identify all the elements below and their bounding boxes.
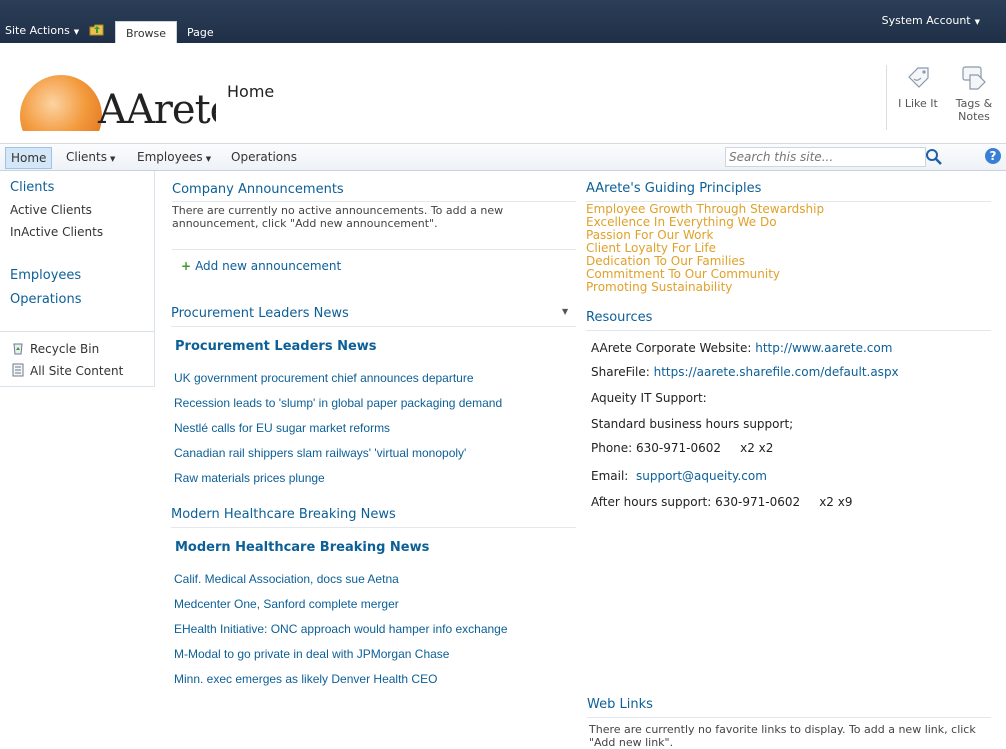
ql-inactive-clients[interactable]: InActive Clients	[10, 225, 103, 239]
sharefile-link[interactable]: https://aarete.sharefile.com/default.asp…	[654, 365, 899, 379]
divider	[171, 326, 576, 327]
ql-clients[interactable]: Clients	[10, 180, 54, 195]
divider	[587, 717, 991, 718]
healthcare-news-item[interactable]: Medcenter One, Sanford complete merger	[174, 597, 399, 611]
tab-page[interactable]: Page	[177, 21, 224, 43]
site-actions-label: Site Actions	[5, 24, 70, 37]
procurement-news-item[interactable]: UK government procurement chief announce…	[174, 371, 474, 385]
recycle-bin-icon	[13, 343, 23, 355]
procurement-news-item[interactable]: Recession leads to 'slump' in global pap…	[174, 396, 502, 410]
healthcare-title[interactable]: Modern Healthcare Breaking News	[171, 507, 396, 522]
chevron-down-icon: ▼	[110, 155, 116, 163]
corporate-website-link[interactable]: http://www.aarete.com	[755, 341, 892, 355]
divider	[886, 65, 887, 130]
site-logo[interactable]: AArete	[10, 55, 216, 131]
healthcare-feed-title[interactable]: Modern Healthcare Breaking News	[175, 540, 429, 555]
tab-browse[interactable]: Browse	[115, 21, 178, 44]
it-support-heading: Aqueity IT Support:	[591, 391, 707, 405]
divider	[0, 331, 154, 332]
principle-item: Employee Growth Through Stewardship	[586, 202, 825, 216]
tags-notes-button[interactable]: Tags & Notes	[950, 65, 998, 123]
procurement-title[interactable]: Procurement Leaders News	[171, 306, 349, 321]
help-icon[interactable]: ?	[985, 148, 1001, 164]
principle-item: Promoting Sustainability	[586, 280, 733, 294]
announcements-title[interactable]: Company Announcements	[172, 182, 344, 197]
ql-all-site-content[interactable]: All Site Content	[11, 363, 123, 378]
site-actions-menu[interactable]: Site Actions ▼	[5, 24, 79, 37]
quick-launch: Clients Active Clients InActive Clients …	[0, 171, 155, 387]
procurement-news-item[interactable]: Raw materials prices plunge	[174, 471, 325, 485]
principle-item: Commitment To Our Community	[586, 267, 781, 281]
add-icon: +	[181, 259, 192, 273]
recycle-bin-label: Recycle Bin	[30, 342, 100, 356]
all-site-content-icon	[12, 363, 24, 377]
logo-sun-icon	[20, 75, 102, 131]
nav-home[interactable]: Home	[5, 147, 53, 169]
page-title: Home	[227, 82, 275, 101]
webpart-menu-icon[interactable]: ▼	[562, 307, 568, 316]
announcements-empty-message: There are currently no active announceme…	[172, 204, 504, 230]
corporate-website-row: AArete Corporate Website: http://www.aar…	[591, 341, 892, 355]
top-navigation: Home Clients▼ Employees▼ Operations ?	[0, 144, 1006, 171]
tag-like-icon	[908, 67, 929, 88]
principle-item: Excellence In Everything We Do	[586, 215, 777, 229]
after-hours-text: After hours support: 630-971-0602 x2 x9	[591, 495, 853, 509]
search-input[interactable]	[725, 147, 926, 167]
divider	[172, 201, 576, 202]
nav-operations[interactable]: Operations	[226, 147, 302, 167]
healthcare-news-item[interactable]: M-Modal to go private in deal with JPMor…	[174, 647, 449, 661]
web-links-empty-message: There are currently no favorite links to…	[589, 723, 976, 749]
procurement-news-item[interactable]: Canadian rail shippers slam railways' 'v…	[174, 446, 466, 460]
navigate-up-icon[interactable]	[89, 24, 104, 36]
procurement-feed-title[interactable]: Procurement Leaders News	[175, 339, 377, 354]
chevron-down-icon: ▼	[73, 28, 80, 36]
tags-notes-label-1: Tags &	[955, 97, 993, 110]
resources-title[interactable]: Resources	[586, 310, 652, 325]
account-label: System Account	[881, 14, 971, 27]
sharefile-label: ShareFile:	[591, 365, 650, 379]
email-link[interactable]: support@aqueity.com	[636, 469, 767, 483]
principle-item: Passion For Our Work	[586, 228, 714, 242]
chevron-down-icon: ▼	[205, 155, 212, 163]
logo-text: AArete	[98, 87, 216, 131]
divider	[171, 527, 576, 528]
account-menu[interactable]: System Account ▼	[882, 14, 980, 27]
sharefile-row: ShareFile: https://aarete.sharefile.com/…	[591, 365, 899, 379]
corporate-website-label: AArete Corporate Website:	[591, 341, 752, 355]
healthcare-news-item[interactable]: Calif. Medical Association, docs sue Aet…	[174, 572, 399, 586]
principles-title[interactable]: AArete's Guiding Principles	[586, 181, 761, 196]
procurement-news-item[interactable]: Nestlé calls for EU sugar market reforms	[174, 421, 390, 435]
ribbon-bar: Site Actions ▼ Browse Page System Account…	[0, 0, 1006, 44]
email-row: Email: support@aqueity.com	[591, 469, 767, 483]
email-label: Email:	[591, 469, 629, 483]
healthcare-news-item[interactable]: Minn. exec emerges as likely Denver Heal…	[174, 672, 437, 686]
ql-employees[interactable]: Employees	[10, 268, 81, 283]
site-header: AArete Home I Like It Tags & Notes	[0, 43, 1006, 144]
nav-clients[interactable]: Clients ▼	[61, 147, 120, 167]
nav-employees[interactable]: Employees ▼	[132, 147, 216, 167]
web-links-title[interactable]: Web Links	[587, 697, 653, 712]
i-like-it-label: I Like It	[898, 97, 938, 110]
nav-clients-label: Clients	[66, 150, 107, 164]
divider	[586, 330, 991, 331]
add-announcement-label: Add new announcement	[195, 259, 342, 273]
search-icon[interactable]	[924, 147, 944, 167]
business-hours-text: Standard business hours support;	[591, 417, 794, 431]
principle-item: Client Loyalty For Life	[586, 241, 716, 255]
nav-employees-label: Employees	[137, 150, 203, 164]
tags-notes-icon	[962, 66, 986, 90]
divider	[172, 249, 576, 250]
ql-recycle-bin[interactable]: Recycle Bin	[11, 341, 99, 356]
ql-active-clients[interactable]: Active Clients	[10, 203, 92, 217]
phone-text: Phone: 630-971-0602 x2 x2	[591, 441, 774, 455]
add-announcement-link[interactable]: + Add new announcement	[181, 259, 341, 273]
principle-item: Dedication To Our Families	[586, 254, 746, 268]
tags-notes-label-2: Notes	[958, 110, 990, 123]
chevron-down-icon: ▼	[974, 18, 980, 26]
healthcare-news-item[interactable]: EHealth Initiative: ONC approach would h…	[174, 622, 508, 636]
i-like-it-button[interactable]: I Like It	[896, 65, 940, 110]
ql-operations[interactable]: Operations	[10, 292, 81, 307]
all-site-content-label: All Site Content	[30, 364, 124, 378]
